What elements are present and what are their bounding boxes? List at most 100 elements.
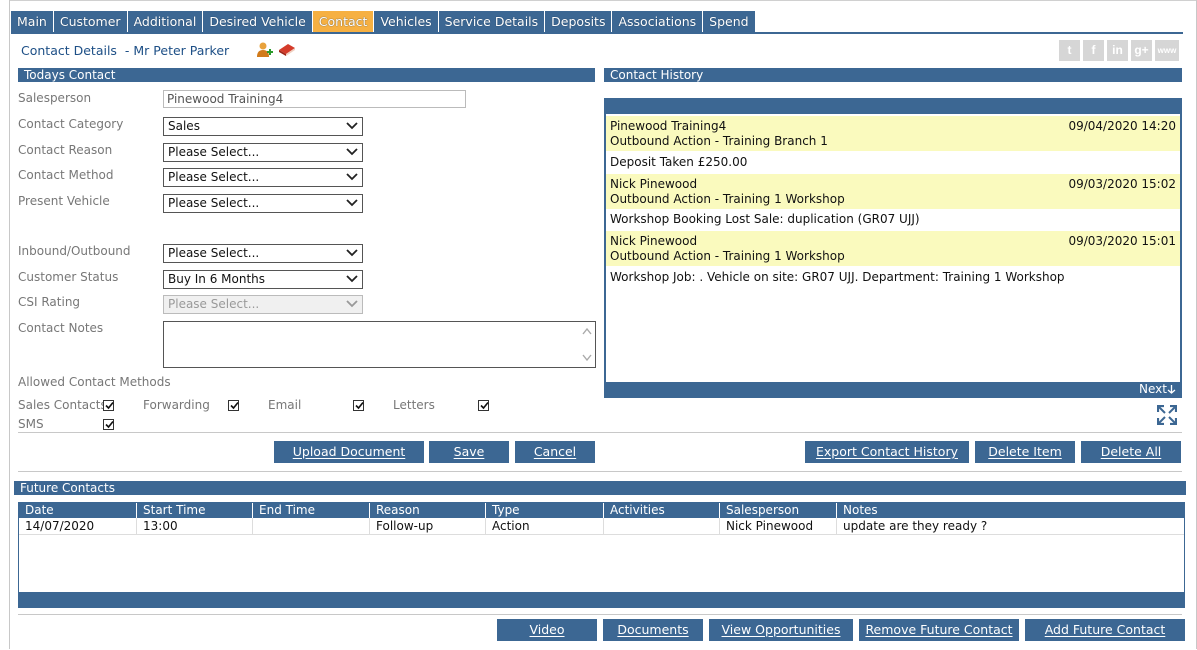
tab-vehicles[interactable]: Vehicles (374, 11, 439, 32)
delete-all-button[interactable]: Delete All (1081, 441, 1181, 463)
history-entry[interactable]: Pinewood Training4 Outbound Action - Trai… (606, 116, 1180, 151)
scroll-down-icon[interactable] (582, 354, 592, 361)
tab-associations[interactable]: Associations (612, 11, 704, 32)
tab-spend[interactable]: Spend (703, 11, 756, 32)
next-label: Next (1139, 382, 1167, 396)
column-header-type[interactable]: Type (485, 503, 603, 518)
chevron-down-icon (346, 148, 358, 156)
table-header: Date Start Time End Time Reason Type Activiti… (19, 503, 1184, 518)
table-cell: Follow-up (369, 518, 485, 535)
future-contacts-table: Date Start Time End Time Reason Type Activiti… (18, 502, 1185, 608)
contact-method-select[interactable]: Please Select... (163, 168, 363, 187)
column-header-end-time[interactable]: End Time (252, 503, 369, 518)
contact-details-heading: Contact Details - Mr Peter Parker (21, 43, 229, 58)
contact-category-value: Sales (168, 119, 200, 133)
inbound-outbound-select[interactable]: Please Select... (163, 244, 363, 263)
contact-history-panel: Pinewood Training4 Outbound Action - Trai… (604, 98, 1182, 398)
tab-desired-vehicle[interactable]: Desired Vehicle (203, 11, 313, 32)
contact-reason-label: Contact Reason (18, 143, 113, 157)
customer-status-value: Buy In 6 Months (168, 272, 266, 286)
book-icon[interactable] (278, 41, 295, 58)
tab-additional[interactable]: Additional (127, 11, 204, 32)
checkbox-forwarding[interactable] (228, 400, 239, 411)
table-cell: update are they ready ? (836, 518, 1184, 535)
future-contacts-title: Future Contacts (20, 481, 115, 495)
linkedin-icon[interactable]: in (1107, 40, 1128, 61)
history-entry-name: Pinewood Training4 (610, 119, 727, 133)
divider (18, 432, 1182, 433)
video-button[interactable]: Video (497, 619, 597, 641)
column-header-reason[interactable]: Reason (369, 503, 485, 518)
column-header-activities[interactable]: Activities (603, 503, 719, 518)
expand-icon[interactable] (1156, 404, 1178, 426)
checkbox-sales-contacts[interactable] (103, 400, 114, 411)
next-link[interactable]: Next (1139, 382, 1176, 396)
salesperson-field: Pinewood Training4 (163, 90, 466, 108)
csi-rating-value: Please Select... (168, 297, 260, 311)
facebook-icon[interactable]: f (1083, 40, 1104, 61)
present-vehicle-select[interactable]: Please Select... (163, 194, 363, 213)
google-plus-icon[interactable]: g+ (1131, 40, 1152, 61)
tab-deposits[interactable]: Deposits (545, 11, 613, 32)
add-future-contact-button[interactable]: Add Future Contact (1025, 619, 1185, 641)
history-entry[interactable]: Nick Pinewood Outbound Action - Training … (606, 231, 1180, 266)
todays-contact-header: Todays Contact (18, 68, 595, 82)
method-label-letters: Letters (393, 398, 435, 412)
history-entry-name: Nick Pinewood (610, 177, 698, 191)
twitter-icon[interactable]: t (1059, 40, 1080, 61)
customer-status-select[interactable]: Buy In 6 Months (163, 270, 363, 289)
delete-item-button[interactable]: Delete Item (975, 441, 1075, 463)
contact-category-select[interactable]: Sales (163, 117, 363, 136)
checkbox-sms[interactable] (103, 419, 114, 430)
history-entry-body: Workshop Booking Lost Sale: duplication … (610, 212, 920, 226)
column-header-salesperson[interactable]: Salesperson (719, 503, 836, 518)
check-icon (355, 401, 364, 410)
table-cell: Action (485, 518, 603, 535)
divider (18, 614, 1182, 615)
remove-future-contact-button[interactable]: Remove Future Contact (859, 619, 1019, 641)
view-opportunities-button[interactable]: View Opportunities (709, 619, 853, 641)
contact-method-label: Contact Method (18, 168, 114, 182)
tab-underline (11, 32, 1183, 34)
checkbox-email[interactable] (353, 400, 364, 411)
table-cell: 13:00 (136, 518, 252, 535)
table-cell (252, 518, 369, 535)
history-bottom-bar: Next (606, 382, 1180, 396)
column-header-date[interactable]: Date (19, 503, 136, 518)
cancel-button[interactable]: Cancel (515, 441, 595, 463)
contact-history-header: Contact History (604, 68, 1182, 82)
website-icon[interactable]: www (1155, 40, 1179, 61)
history-entry[interactable]: Nick Pinewood Outbound Action - Training … (606, 174, 1180, 209)
tab-customer[interactable]: Customer (53, 11, 128, 32)
history-entry-date: 09/04/2020 14:20 (1068, 119, 1176, 133)
contact-reason-select[interactable]: Please Select... (163, 143, 363, 162)
column-header-start-time[interactable]: Start Time (136, 503, 252, 518)
save-button[interactable]: Save (429, 441, 509, 463)
contact-method-value: Please Select... (168, 170, 260, 184)
arrow-down-icon (1167, 385, 1176, 394)
checkbox-letters[interactable] (478, 400, 489, 411)
add-user-icon[interactable] (256, 41, 273, 58)
documents-button[interactable]: Documents (603, 619, 703, 641)
table-cell: 14/07/2020 (19, 518, 136, 535)
check-icon (105, 401, 114, 410)
contact-category-label: Contact Category (18, 117, 124, 131)
history-entry-action: Outbound Action - Training 1 Workshop (610, 192, 845, 206)
salesperson-label: Salesperson (18, 91, 92, 105)
chevron-down-icon (346, 173, 358, 181)
upload-document-button[interactable]: Upload Document (274, 441, 424, 463)
method-label-email: Email (268, 398, 302, 412)
divider (18, 471, 1182, 472)
contact-notes-textarea[interactable] (163, 321, 596, 368)
scroll-up-icon[interactable] (582, 328, 592, 335)
csi-rating-label: CSI Rating (18, 295, 81, 309)
contact-reason-value: Please Select... (168, 145, 260, 159)
tab-service-details[interactable]: Service Details (438, 11, 546, 32)
column-header-notes[interactable]: Notes (836, 503, 1184, 518)
chevron-down-icon (346, 249, 358, 257)
tab-main[interactable]: Main (11, 11, 54, 32)
todays-contact-title: Todays Contact (24, 68, 116, 82)
export-contact-history-button[interactable]: Export Contact History (805, 441, 969, 463)
history-entry-date: 09/03/2020 15:02 (1068, 177, 1176, 191)
tab-contact[interactable]: Contact (312, 11, 375, 32)
